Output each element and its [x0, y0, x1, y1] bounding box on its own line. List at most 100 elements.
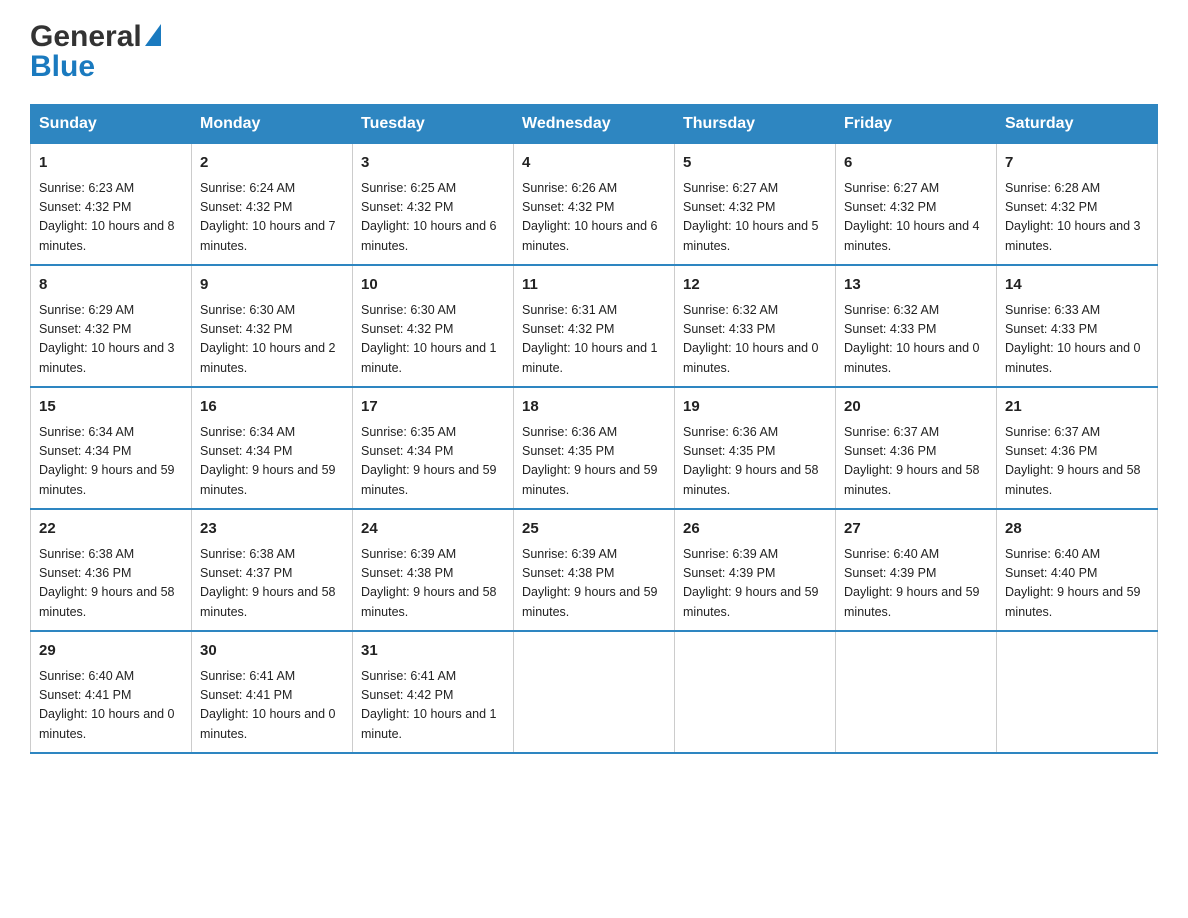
- day-number: 29: [39, 640, 183, 663]
- day-cell: 27 Sunrise: 6:40 AMSunset: 4:39 PMDayligh…: [836, 509, 997, 631]
- day-info: Sunrise: 6:23 AMSunset: 4:32 PMDaylight:…: [39, 179, 183, 257]
- week-row-2: 8Sunrise: 6:29 AMSunset: 4:32 PMDaylight…: [31, 265, 1158, 387]
- day-info: Sunrise: 6:40 AMSunset: 4:40 PMDaylight:…: [1005, 545, 1149, 623]
- day-number: 11: [522, 274, 666, 297]
- day-cell: 19 Sunrise: 6:36 AMSunset: 4:35 PMDayligh…: [675, 387, 836, 509]
- day-number: 9: [200, 274, 344, 297]
- week-row-5: 29 Sunrise: 6:40 AMSunset: 4:41 PMDayligh…: [31, 631, 1158, 753]
- day-info: Sunrise: 6:41 AMSunset: 4:42 PMDaylight:…: [361, 667, 505, 745]
- day-info: Sunrise: 6:39 AMSunset: 4:39 PMDaylight:…: [683, 545, 827, 623]
- day-number: 5: [683, 152, 827, 175]
- day-number: 4: [522, 152, 666, 175]
- logo-arrow-icon: [145, 24, 161, 46]
- day-cell: 20Sunrise: 6:37 AMSunset: 4:36 PMDayligh…: [836, 387, 997, 509]
- day-info: Sunrise: 6:27 AMSunset: 4:32 PMDaylight:…: [844, 179, 988, 257]
- day-info: Sunrise: 6:26 AMSunset: 4:32 PMDaylight:…: [522, 179, 666, 257]
- day-number: 17: [361, 396, 505, 419]
- day-cell: [514, 631, 675, 753]
- week-row-3: 15Sunrise: 6:34 AMSunset: 4:34 PMDayligh…: [31, 387, 1158, 509]
- day-info: Sunrise: 6:32 AMSunset: 4:33 PMDaylight:…: [844, 301, 988, 379]
- calendar-body: 1 Sunrise: 6:23 AMSunset: 4:32 PMDaylight…: [31, 144, 1158, 754]
- day-cell: 25 Sunrise: 6:39 AMSunset: 4:38 PMDayligh…: [514, 509, 675, 631]
- day-cell: 9 Sunrise: 6:30 AMSunset: 4:32 PMDaylight…: [192, 265, 353, 387]
- day-number: 2: [200, 152, 344, 175]
- day-number: 18: [522, 396, 666, 419]
- day-info: Sunrise: 6:40 AMSunset: 4:41 PMDaylight:…: [39, 667, 183, 745]
- day-info: Sunrise: 6:39 AMSunset: 4:38 PMDaylight:…: [361, 545, 505, 623]
- day-number: 6: [844, 152, 988, 175]
- day-number: 3: [361, 152, 505, 175]
- day-cell: 16 Sunrise: 6:34 AMSunset: 4:34 PMDayligh…: [192, 387, 353, 509]
- day-cell: 8Sunrise: 6:29 AMSunset: 4:32 PMDaylight…: [31, 265, 192, 387]
- day-info: Sunrise: 6:30 AMSunset: 4:32 PMDaylight:…: [200, 301, 344, 379]
- day-info: Sunrise: 6:31 AMSunset: 4:32 PMDaylight:…: [522, 301, 666, 379]
- day-info: Sunrise: 6:25 AMSunset: 4:32 PMDaylight:…: [361, 179, 505, 257]
- day-info: Sunrise: 6:33 AMSunset: 4:33 PMDaylight:…: [1005, 301, 1149, 379]
- week-row-4: 22 Sunrise: 6:38 AMSunset: 4:36 PMDayligh…: [31, 509, 1158, 631]
- day-info: Sunrise: 6:28 AMSunset: 4:32 PMDaylight:…: [1005, 179, 1149, 257]
- day-info: Sunrise: 6:40 AMSunset: 4:39 PMDaylight:…: [844, 545, 988, 623]
- day-cell: [675, 631, 836, 753]
- header-cell-tuesday: Tuesday: [353, 105, 514, 144]
- day-number: 26: [683, 518, 827, 541]
- day-info: Sunrise: 6:38 AMSunset: 4:36 PMDaylight:…: [39, 545, 183, 623]
- day-cell: 2Sunrise: 6:24 AMSunset: 4:32 PMDaylight…: [192, 144, 353, 266]
- day-info: Sunrise: 6:41 AMSunset: 4:41 PMDaylight:…: [200, 667, 344, 745]
- day-number: 30: [200, 640, 344, 663]
- logo-blue-text: Blue: [30, 50, 161, 84]
- day-cell: 22 Sunrise: 6:38 AMSunset: 4:36 PMDayligh…: [31, 509, 192, 631]
- day-number: 22: [39, 518, 183, 541]
- day-number: 20: [844, 396, 988, 419]
- day-number: 19: [683, 396, 827, 419]
- logo-general-text: General: [30, 20, 142, 54]
- day-cell: 26 Sunrise: 6:39 AMSunset: 4:39 PMDayligh…: [675, 509, 836, 631]
- calendar-header: SundayMondayTuesdayWednesdayThursdayFrid…: [31, 105, 1158, 144]
- day-number: 25: [522, 518, 666, 541]
- day-cell: [836, 631, 997, 753]
- day-number: 16: [200, 396, 344, 419]
- header-cell-friday: Friday: [836, 105, 997, 144]
- header-cell-wednesday: Wednesday: [514, 105, 675, 144]
- day-info: Sunrise: 6:37 AMSunset: 4:36 PMDaylight:…: [1005, 423, 1149, 501]
- day-info: Sunrise: 6:36 AMSunset: 4:35 PMDaylight:…: [522, 423, 666, 501]
- header-cell-saturday: Saturday: [997, 105, 1158, 144]
- day-cell: 24 Sunrise: 6:39 AMSunset: 4:38 PMDayligh…: [353, 509, 514, 631]
- day-cell: 13 Sunrise: 6:32 AMSunset: 4:33 PMDayligh…: [836, 265, 997, 387]
- day-cell: 3 Sunrise: 6:25 AMSunset: 4:32 PMDaylight…: [353, 144, 514, 266]
- day-info: Sunrise: 6:38 AMSunset: 4:37 PMDaylight:…: [200, 545, 344, 623]
- day-number: 7: [1005, 152, 1149, 175]
- day-cell: 31Sunrise: 6:41 AMSunset: 4:42 PMDayligh…: [353, 631, 514, 753]
- header-cell-sunday: Sunday: [31, 105, 192, 144]
- day-number: 24: [361, 518, 505, 541]
- day-number: 8: [39, 274, 183, 297]
- day-cell: 30 Sunrise: 6:41 AMSunset: 4:41 PMDayligh…: [192, 631, 353, 753]
- header-cell-thursday: Thursday: [675, 105, 836, 144]
- day-info: Sunrise: 6:39 AMSunset: 4:38 PMDaylight:…: [522, 545, 666, 623]
- day-info: Sunrise: 6:27 AMSunset: 4:32 PMDaylight:…: [683, 179, 827, 257]
- day-cell: 15Sunrise: 6:34 AMSunset: 4:34 PMDayligh…: [31, 387, 192, 509]
- day-cell: 23Sunrise: 6:38 AMSunset: 4:37 PMDayligh…: [192, 509, 353, 631]
- header-row: SundayMondayTuesdayWednesdayThursdayFrid…: [31, 105, 1158, 144]
- day-info: Sunrise: 6:34 AMSunset: 4:34 PMDaylight:…: [39, 423, 183, 501]
- calendar-table: SundayMondayTuesdayWednesdayThursdayFrid…: [30, 104, 1158, 754]
- day-cell: 17 Sunrise: 6:35 AMSunset: 4:34 PMDayligh…: [353, 387, 514, 509]
- day-cell: 12Sunrise: 6:32 AMSunset: 4:33 PMDayligh…: [675, 265, 836, 387]
- day-number: 13: [844, 274, 988, 297]
- day-info: Sunrise: 6:36 AMSunset: 4:35 PMDaylight:…: [683, 423, 827, 501]
- day-number: 21: [1005, 396, 1149, 419]
- logo-row1: General: [30, 20, 161, 54]
- day-cell: 14Sunrise: 6:33 AMSunset: 4:33 PMDayligh…: [997, 265, 1158, 387]
- day-info: Sunrise: 6:34 AMSunset: 4:34 PMDaylight:…: [200, 423, 344, 501]
- day-info: Sunrise: 6:30 AMSunset: 4:32 PMDaylight:…: [361, 301, 505, 379]
- day-cell: 11 Sunrise: 6:31 AMSunset: 4:32 PMDayligh…: [514, 265, 675, 387]
- day-number: 10: [361, 274, 505, 297]
- day-info: Sunrise: 6:35 AMSunset: 4:34 PMDaylight:…: [361, 423, 505, 501]
- day-number: 1: [39, 152, 183, 175]
- day-number: 27: [844, 518, 988, 541]
- day-number: 28: [1005, 518, 1149, 541]
- logo: General Blue: [30, 20, 161, 84]
- week-row-1: 1 Sunrise: 6:23 AMSunset: 4:32 PMDaylight…: [31, 144, 1158, 266]
- day-cell: 18 Sunrise: 6:36 AMSunset: 4:35 PMDayligh…: [514, 387, 675, 509]
- day-cell: 28 Sunrise: 6:40 AMSunset: 4:40 PMDayligh…: [997, 509, 1158, 631]
- day-cell: 5 Sunrise: 6:27 AMSunset: 4:32 PMDaylight…: [675, 144, 836, 266]
